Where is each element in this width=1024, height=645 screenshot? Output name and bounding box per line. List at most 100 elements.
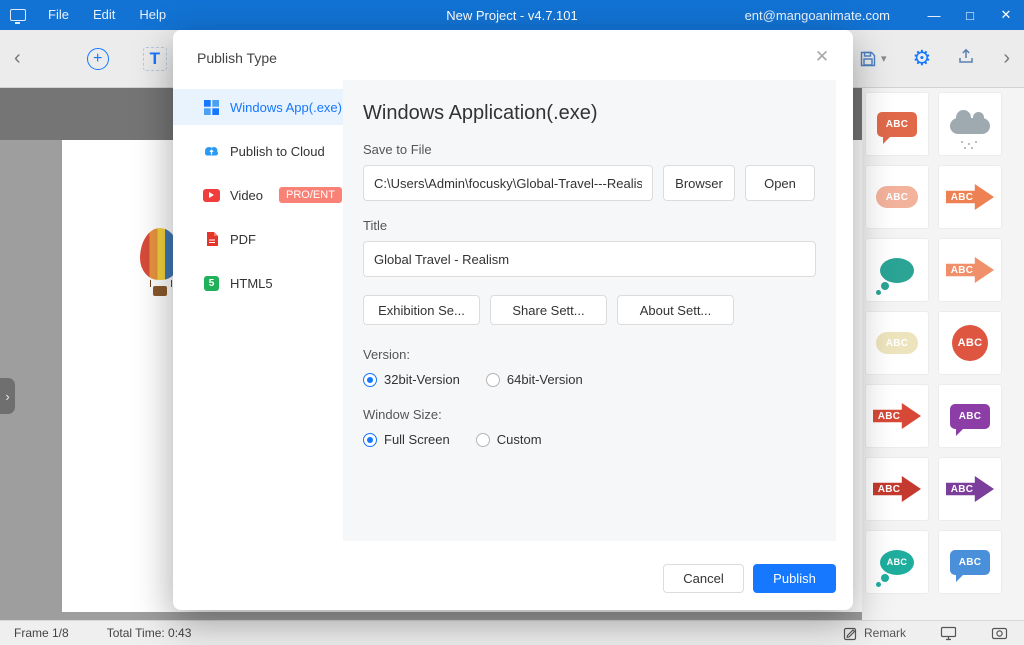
nav-label: Video <box>230 188 263 203</box>
sidebar-expand-tab[interactable]: › <box>0 378 15 414</box>
nav-windows-app[interactable]: Windows App(.exe) <box>173 89 343 125</box>
remark-label: Remark <box>864 626 906 640</box>
menu-file[interactable]: File <box>36 0 81 30</box>
about-settings-button[interactable]: About Sett... <box>617 295 734 325</box>
windows-icon <box>203 99 220 116</box>
save-button[interactable]: ▾ <box>859 50 887 68</box>
save-icon <box>859 50 877 68</box>
share-settings-button[interactable]: Share Sett... <box>490 295 607 325</box>
menu-edit[interactable]: Edit <box>81 0 127 30</box>
publish-type-dialog: Publish Type ✕ Windows App(.exe) <box>173 30 853 610</box>
nav-label: HTML5 <box>230 276 273 291</box>
shape-item[interactable]: ABC <box>938 384 1002 448</box>
close-window-button[interactable]: ✕ <box>988 0 1024 30</box>
save-caret-icon[interactable]: ▾ <box>881 52 887 65</box>
radio-custom-icon <box>476 433 490 447</box>
dialog-close-icon[interactable]: ✕ <box>811 46 833 68</box>
shape-label: ABC <box>886 192 909 203</box>
arrow-shape: ABC <box>946 257 994 283</box>
shape-item[interactable]: ABC <box>865 165 929 229</box>
nav-label: PDF <box>230 232 256 247</box>
shape-item[interactable]: ABC <box>938 238 1002 302</box>
nav-publish-to-cloud[interactable]: Publish to Cloud <box>173 133 343 169</box>
open-button[interactable]: Open <box>745 165 815 201</box>
publish-button[interactable]: Publish <box>753 564 836 593</box>
title-label: Title <box>363 218 816 233</box>
total-time-indicator: Total Time: 0:43 <box>107 626 192 640</box>
nav-label: Publish to Cloud <box>230 144 325 159</box>
arrow-shape: ABC <box>873 403 921 429</box>
speech-bubble-shape: ABC <box>877 112 917 137</box>
screen-capture-icon[interactable] <box>991 626 1008 641</box>
app-logo-icon <box>10 9 26 21</box>
callout-shapes-panel: ABC ABC ABC ABC ABC ABC <box>862 88 1024 620</box>
radio-32bit-version[interactable]: 32bit-Version <box>363 372 460 387</box>
frame-indicator: Frame 1/8 <box>14 626 69 640</box>
arrow-shape: ABC <box>946 184 994 210</box>
shape-item[interactable]: ABC <box>938 457 1002 521</box>
minimize-button[interactable]: — <box>916 0 952 30</box>
video-icon <box>203 187 220 204</box>
speech-bubble-shape: ABC <box>950 404 990 429</box>
add-object-icon[interactable]: + <box>87 48 109 70</box>
menu-help[interactable]: Help <box>127 0 178 30</box>
save-to-file-label: Save to File <box>363 142 816 157</box>
nav-label: Windows App(.exe) <box>230 100 342 115</box>
radio-32bit-icon <box>363 373 377 387</box>
cloud-upload-icon <box>203 143 220 160</box>
title-input[interactable] <box>363 241 816 277</box>
toolbar-forward-icon[interactable]: › <box>1001 47 1010 70</box>
arrow-shape: ABC <box>873 476 921 502</box>
shape-item[interactable]: ABC <box>938 165 1002 229</box>
shape-label: ABC <box>951 265 974 276</box>
shape-item[interactable]: ABC <box>865 384 929 448</box>
publish-upload-icon[interactable] <box>957 47 975 70</box>
shapes-grid: ABC ABC ABC ABC ABC ABC <box>865 92 1002 594</box>
publish-settings-panel: Windows Application(.exe) Save to File B… <box>343 80 836 541</box>
text-tool-icon[interactable]: T <box>143 47 167 71</box>
radio-full-screen[interactable]: Full Screen <box>363 432 450 447</box>
shape-label: ABC <box>958 337 983 349</box>
shape-item[interactable]: ABC <box>865 530 929 594</box>
exhibition-settings-button[interactable]: Exhibition Se... <box>363 295 480 325</box>
radio-custom-label: Custom <box>497 432 542 447</box>
nav-html5[interactable]: 5 HTML5 <box>173 265 343 301</box>
window-title: New Project - v4.7.101 <box>446 8 578 23</box>
radio-64bit-icon <box>486 373 500 387</box>
preview-monitor-icon[interactable] <box>940 626 957 641</box>
shape-label: ABC <box>951 192 974 203</box>
browser-button[interactable]: Browser <box>663 165 735 201</box>
remark-button[interactable]: Remark <box>843 626 906 641</box>
undo-back-icon[interactable]: ‹ <box>0 47 35 70</box>
speech-bubble-shape: ABC <box>950 550 990 575</box>
rain-cloud-shape <box>950 118 990 134</box>
radio-64bit-version[interactable]: 64bit-Version <box>486 372 583 387</box>
nav-video[interactable]: Video PRO/ENT <box>173 177 343 213</box>
rounded-tag-shape: ABC <box>876 332 918 354</box>
radio-full-screen-label: Full Screen <box>384 432 450 447</box>
pro-ent-badge: PRO/ENT <box>279 187 342 203</box>
shape-item[interactable] <box>865 238 929 302</box>
shape-item[interactable] <box>938 92 1002 156</box>
radio-full-screen-icon <box>363 433 377 447</box>
publish-type-nav: Windows App(.exe) Publish to Cloud Video… <box>173 89 343 309</box>
arrow-shape: ABC <box>946 476 994 502</box>
circle-shape: ABC <box>952 325 988 361</box>
shape-item[interactable]: ABC <box>938 311 1002 375</box>
maximize-button[interactable]: □ <box>952 0 988 30</box>
remark-icon <box>843 626 858 641</box>
shape-item[interactable]: ABC <box>865 92 929 156</box>
nav-pdf[interactable]: PDF <box>173 221 343 257</box>
cancel-button[interactable]: Cancel <box>663 564 744 593</box>
settings-gear-icon[interactable]: ⚙ <box>913 48 932 69</box>
shape-item[interactable]: ABC <box>938 530 1002 594</box>
shape-item[interactable]: ABC <box>865 311 929 375</box>
thought-bubble-shape: ABC <box>880 550 914 575</box>
radio-custom[interactable]: Custom <box>476 432 542 447</box>
file-path-input[interactable] <box>363 165 653 201</box>
account-email[interactable]: ent@mangoanimate.com <box>745 8 890 23</box>
panel-heading: Windows Application(.exe) <box>363 102 816 125</box>
statusbar: Frame 1/8 Total Time: 0:43 Remark <box>0 620 1024 645</box>
rounded-tag-shape: ABC <box>876 186 918 208</box>
shape-item[interactable]: ABC <box>865 457 929 521</box>
